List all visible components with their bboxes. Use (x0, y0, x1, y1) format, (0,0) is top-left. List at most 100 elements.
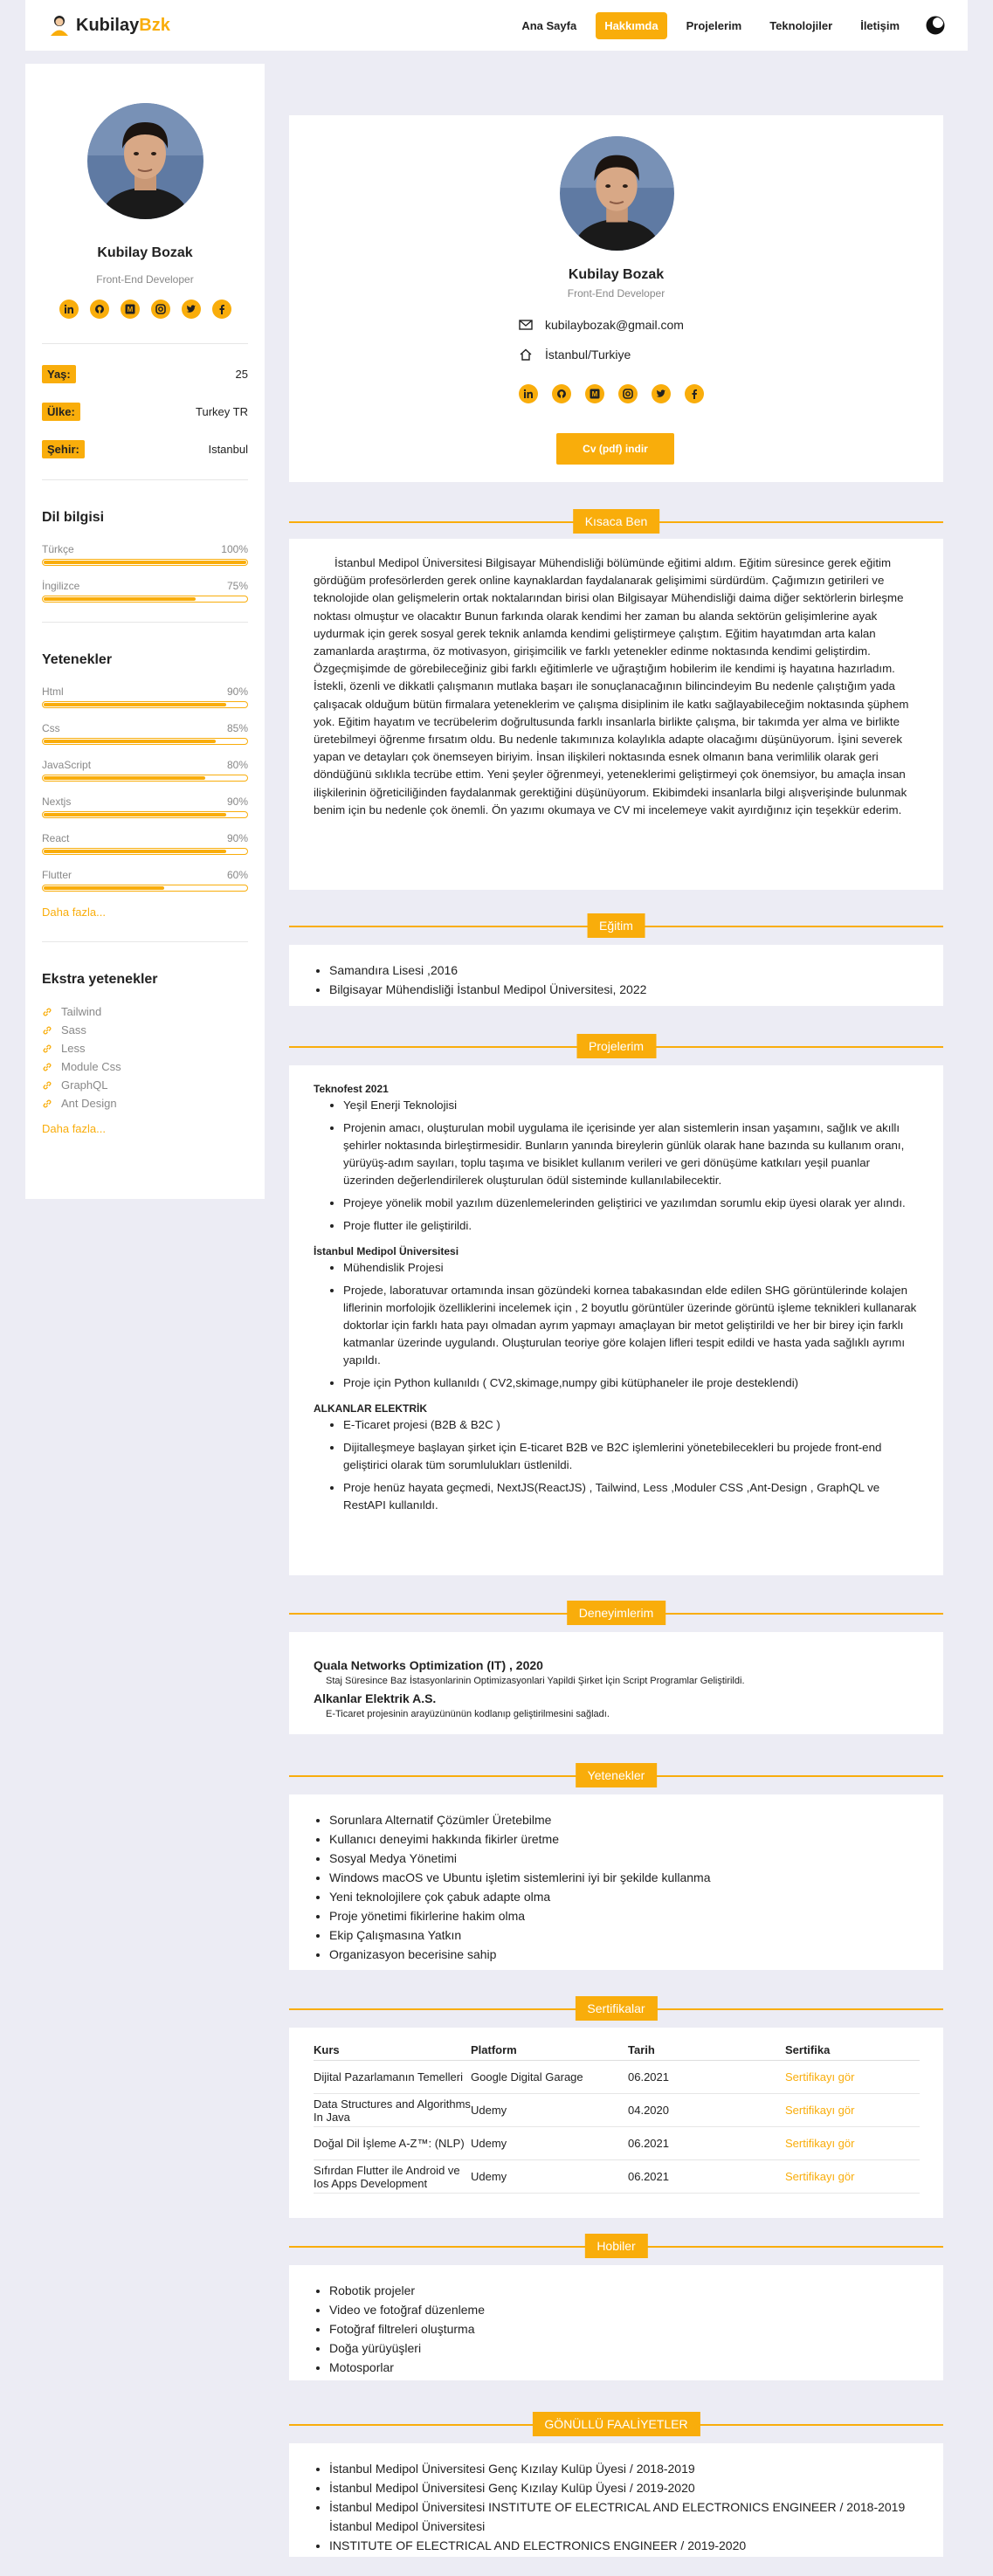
project-detail: Projeye yönelik mobil yazılım düzenlemel… (343, 1195, 919, 1212)
nav-link-technologies[interactable]: Teknolojiler (761, 12, 841, 39)
view-certificate-link[interactable]: Sertifikayı gör (785, 2170, 854, 2183)
progress-bar (42, 811, 248, 818)
skill-name: Nextjs (42, 796, 72, 808)
more-skills-link[interactable]: Daha fazla... (42, 906, 248, 919)
section-divider-certificates: Sertifikalar (289, 1995, 943, 2022)
linkedin-icon[interactable] (59, 300, 79, 319)
info-value: Istanbul (208, 443, 248, 456)
progress-fill (44, 597, 196, 601)
project-detail: Projenin amacı, oluşturulan mobil uygula… (343, 1119, 919, 1189)
moon-icon[interactable] (926, 16, 945, 35)
nav-link-contact[interactable]: İletişim (852, 12, 908, 39)
bar-label: Html 90% (42, 685, 248, 698)
project-detail: Yeşil Enerji Teknolojisi (343, 1097, 919, 1114)
project-heading: Teknofest 2021 (314, 1083, 389, 1095)
cert-link-cell: Sertifikayı gör (785, 2159, 920, 2194)
hobbies-list: Robotik projelerVideo ve fotoğraf düzenl… (314, 2281, 919, 2377)
nav-link-home[interactable]: Ana Sayfa (513, 12, 585, 39)
bar-label: JavaScript 80% (42, 759, 248, 771)
email-text[interactable]: kubilaybozak@gmail.com (545, 318, 684, 332)
info-value: Turkey TR (196, 405, 248, 418)
project-details-list: Mühendislik Projesi Projede, laboratuvar … (314, 1259, 919, 1392)
language-row: İngilizce 75% (42, 580, 248, 603)
link-icon (43, 1008, 52, 1016)
percent-label: 80% (226, 759, 248, 771)
profile-card: Kubilay Bozak Front-End Developer kubila… (289, 115, 943, 482)
skill-row: Css 85% (42, 722, 248, 745)
progress-bar (42, 701, 248, 708)
volunteer-item: İstanbul Medipol Üniversitesi INSTITUTE … (329, 2497, 919, 2536)
section-divider-experience: Deneyimlerim (289, 1600, 943, 1626)
hobby-item: Doğa yürüyüşleri (329, 2338, 919, 2358)
extra-skills-title: Ekstra yetenekler (42, 972, 158, 987)
github-icon[interactable] (552, 384, 571, 403)
avatar (86, 103, 203, 219)
svg-text:M: M (592, 390, 598, 398)
col-header-course: Kurs (314, 2040, 471, 2061)
progress-fill (44, 776, 206, 780)
section-divider-hobbies: Hobiler (289, 2233, 943, 2259)
col-header-platform: Platform (471, 2040, 628, 2061)
link-icon (43, 1081, 52, 1089)
twitter-icon[interactable] (652, 384, 671, 403)
percent-label: 90% (226, 685, 248, 698)
extra-skill-item: Module Css (42, 1060, 248, 1073)
twitter-icon[interactable] (181, 300, 201, 319)
info-label: Yaş: (42, 365, 76, 383)
progress-fill (44, 703, 226, 706)
cert-link-cell: Sertifikayı gör (785, 2060, 920, 2094)
section-title-volunteer: GÖNÜLLÜ FAALİYETLER (532, 2412, 700, 2436)
section-divider-volunteer: GÖNÜLLÜ FAALİYETLER (289, 2411, 943, 2437)
view-certificate-link[interactable]: Sertifikayı gör (785, 2104, 854, 2117)
instagram-icon[interactable] (150, 300, 170, 319)
instagram-icon[interactable] (618, 384, 638, 403)
section-title-projects: Projelerim (576, 1034, 657, 1058)
cert-link-cell: Sertifikayı gör (785, 2126, 920, 2160)
skill-row: React 90% (42, 832, 248, 855)
table-header-row: Kurs Platform Tarih Sertifika (314, 2040, 920, 2061)
skill-row: Flutter 60% (42, 869, 248, 892)
linkedin-icon[interactable] (519, 384, 538, 403)
divider (42, 622, 248, 623)
nav-links: Ana Sayfa Hakkımda Projelerim Teknolojil… (513, 11, 945, 39)
cert-date: 06.2021 (628, 2126, 785, 2160)
info-value: 25 (235, 368, 248, 381)
section-title-experience: Deneyimlerim (566, 1601, 666, 1625)
link-icon (43, 1063, 52, 1071)
experience-company: Alkanlar Elektrik A.S. (314, 1691, 437, 1705)
skill-row: Html 90% (42, 685, 248, 708)
cert-platform: Google Digital Garage (471, 2060, 628, 2094)
bar-label: İngilizce 75% (42, 580, 248, 592)
medium-icon[interactable]: M (585, 384, 604, 403)
email-row: kubilaybozak@gmail.com (519, 318, 684, 332)
facebook-icon[interactable] (211, 300, 231, 319)
info-label: Ülke: (42, 403, 80, 421)
ability-item: Proje yönetimi fikirlerine hakim olma (329, 1906, 919, 1925)
github-icon[interactable] (89, 300, 109, 319)
nav-link-about[interactable]: Hakkımda (596, 11, 667, 39)
extra-skill-item: Ant Design (42, 1097, 248, 1110)
ability-item: Ekip Çalışmasına Yatkın (329, 1925, 919, 1945)
hobbies-card: Robotik projelerVideo ve fotoğraf düzenl… (289, 2265, 943, 2380)
medium-icon[interactable]: M (120, 300, 140, 319)
section-divider-abilities: Yetenekler (289, 1762, 943, 1788)
download-cv-button[interactable]: Cv (pdf) indir (556, 433, 674, 465)
section-title-abilities: Yetenekler (575, 1763, 658, 1787)
facebook-icon[interactable] (685, 384, 704, 403)
brand-logo-link[interactable]: KubilayBzk (48, 14, 170, 37)
more-extras-link[interactable]: Daha fazla... (42, 1122, 248, 1135)
cert-link-cell: Sertifikayı gör (785, 2093, 920, 2127)
projects-card: Teknofest 2021 Yeşil Enerji Teknolojisi Pr… (289, 1065, 943, 1575)
abilities-list: Sorunlara Alternatif Çözümler Üretebilme… (314, 1810, 919, 1964)
svg-text:M: M (127, 306, 133, 313)
bar-label: Nextjs 90% (42, 796, 248, 808)
percent-label: 75% (226, 580, 248, 592)
extra-skill-item: Sass (42, 1023, 248, 1037)
extra-skill-name: GraphQL (61, 1078, 108, 1092)
certificates-table: Kurs Platform Tarih Sertifika Dijital Pa… (314, 2040, 920, 2194)
table-row: Dijital Pazarlamanın Temelleri Google Dig… (314, 2060, 920, 2094)
avatar-logo-icon (51, 16, 68, 36)
view-certificate-link[interactable]: Sertifikayı gör (785, 2137, 854, 2150)
nav-link-projects[interactable]: Projelerim (678, 12, 751, 39)
view-certificate-link[interactable]: Sertifikayı gör (785, 2070, 854, 2084)
